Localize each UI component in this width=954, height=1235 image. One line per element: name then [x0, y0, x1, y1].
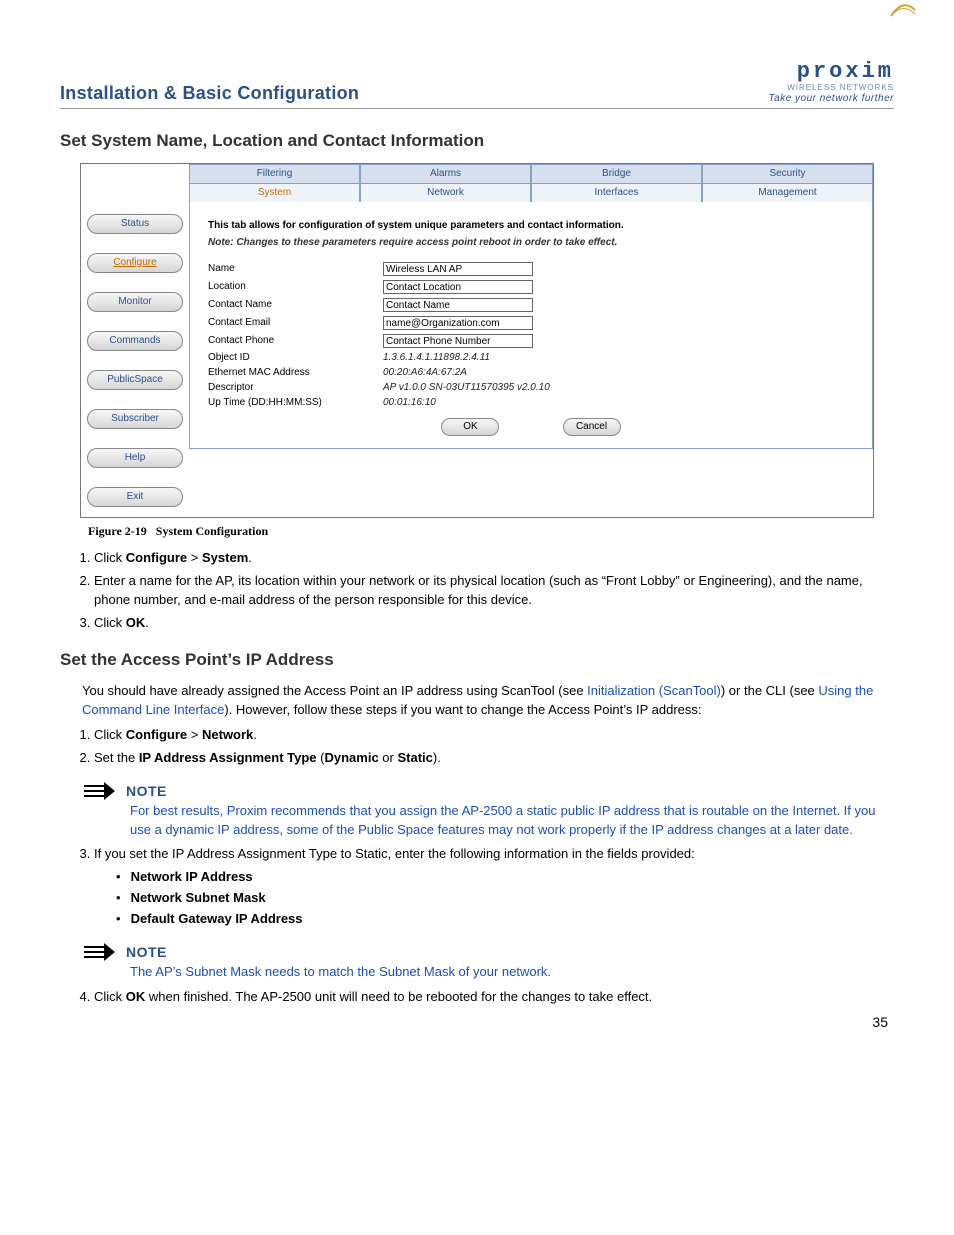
note-block-1: NOTE For best results, Proxim recommends…: [82, 782, 894, 840]
tab-bridge[interactable]: Bridge: [531, 164, 702, 183]
tab-description: This tab allows for configuration of sys…: [208, 220, 854, 231]
tab-network[interactable]: Network: [360, 183, 531, 202]
label-contact-email: Contact Email: [208, 317, 383, 328]
config-body: This tab allows for configuration of sys…: [189, 202, 873, 449]
label-contact-name: Contact Name: [208, 299, 383, 310]
ip-step-3: If you set the IP Address Assignment Typ…: [94, 845, 894, 928]
sidebar: Status Configure Monitor Commands Public…: [81, 164, 189, 517]
sidebar-item-exit[interactable]: Exit: [87, 487, 183, 507]
tab-row-top: Filtering Alarms Bridge Security: [189, 164, 873, 183]
label-descriptor: Descriptor: [208, 382, 383, 393]
input-contact-name[interactable]: Contact Name: [383, 298, 533, 312]
tab-system[interactable]: System: [189, 183, 360, 202]
ip-step-1: Click Configure > Network.: [94, 726, 894, 745]
input-contact-email[interactable]: name@Organization.com: [383, 316, 533, 330]
label-name: Name: [208, 263, 383, 274]
page-header: Installation & Basic Configuration proxi…: [60, 60, 894, 109]
sidebar-item-monitor[interactable]: Monitor: [87, 292, 183, 312]
ok-button[interactable]: OK: [441, 418, 499, 436]
figure-caption: Figure 2-19 System Configuration: [88, 524, 894, 539]
tab-management[interactable]: Management: [702, 183, 873, 202]
label-location: Location: [208, 281, 383, 292]
label-mac: Ethernet MAC Address: [208, 367, 383, 378]
sidebar-item-commands[interactable]: Commands: [87, 331, 183, 351]
note-text-2: The AP’s Subnet Mask needs to match the …: [130, 963, 894, 982]
ip-step-4: Click OK when finished. The AP-2500 unit…: [94, 988, 894, 1007]
value-mac: 00:20:A6:4A:67:2A: [383, 367, 467, 378]
note-block-2: NOTE The AP’s Subnet Mask needs to match…: [82, 943, 894, 982]
tab-interfaces[interactable]: Interfaces: [531, 183, 702, 202]
sidebar-item-publicspace[interactable]: PublicSpace: [87, 370, 183, 390]
value-descriptor: AP v1.0.0 SN-03UT11570395 v2.0.10: [383, 382, 550, 393]
label-object-id: Object ID: [208, 352, 383, 363]
input-contact-phone[interactable]: Contact Phone Number: [383, 334, 533, 348]
value-object-id: 1.3.6.1.4.1.11898.2.4.11: [383, 352, 490, 363]
label-uptime: Up Time (DD:HH:MM:SS): [208, 397, 383, 408]
sidebar-item-status[interactable]: Status: [87, 214, 183, 234]
input-location[interactable]: Contact Location: [383, 280, 533, 294]
logo-text: proxim: [797, 60, 894, 84]
steps-ip-3: Click OK when finished. The AP-2500 unit…: [94, 988, 894, 1007]
tab-note: Note: Changes to these parameters requir…: [208, 237, 854, 248]
step-2: Enter a name for the AP, its location wi…: [94, 572, 894, 610]
page-number: 35: [872, 1014, 888, 1030]
logo-subtext: WIRELESS NETWORKS: [768, 84, 894, 93]
section-heading-system-name: Set System Name, Location and Contact In…: [60, 131, 894, 151]
static-fields-list: Network IP Address Network Subnet Mask D…: [116, 868, 894, 929]
note-arrow-icon: [82, 943, 116, 961]
label-contact-phone: Contact Phone: [208, 335, 383, 346]
tab-security[interactable]: Security: [702, 164, 873, 183]
steps-ip-2: If you set the IP Address Assignment Typ…: [94, 845, 894, 928]
swoosh-icon: [890, 2, 916, 18]
step-1: Click Configure > System.: [94, 549, 894, 568]
cancel-button[interactable]: Cancel: [563, 418, 621, 436]
ip-intro: You should have already assigned the Acc…: [82, 682, 894, 720]
bullet-network-ip: Network IP Address: [116, 868, 894, 887]
input-name[interactable]: Wireless LAN AP: [383, 262, 533, 276]
bullet-gateway: Default Gateway IP Address: [116, 910, 894, 929]
tab-alarms[interactable]: Alarms: [360, 164, 531, 183]
logo-tagline: Take your network further: [768, 93, 894, 104]
note-arrow-icon: [82, 782, 116, 800]
figure-number: Figure 2-19: [88, 524, 147, 538]
steps-ip-1: Click Configure > Network. Set the IP Ad…: [94, 726, 894, 768]
sidebar-item-configure[interactable]: Configure: [87, 253, 183, 273]
section-heading-ip-address: Set the Access Point’s IP Address: [60, 650, 894, 670]
brand-logo: proxim WIRELESS NETWORKS Take your netwo…: [768, 60, 894, 104]
embedded-app-window: Status Configure Monitor Commands Public…: [80, 163, 874, 518]
doc-title: Installation & Basic Configuration: [60, 83, 359, 104]
value-uptime: 00:01:16:10: [383, 397, 436, 408]
note-text-1: For best results, Proxim recommends that…: [130, 802, 894, 840]
bullet-subnet: Network Subnet Mask: [116, 889, 894, 908]
tab-row-bottom: System Network Interfaces Management: [189, 183, 873, 202]
note-label: NOTE: [126, 944, 167, 960]
step-3: Click OK.: [94, 614, 894, 633]
main-panel: Filtering Alarms Bridge Security System …: [189, 164, 873, 517]
figure-title: System Configuration: [156, 524, 268, 538]
link-scantool[interactable]: Initialization (ScanTool): [587, 683, 721, 698]
tab-filtering[interactable]: Filtering: [189, 164, 360, 183]
note-label: NOTE: [126, 783, 167, 799]
sidebar-item-help[interactable]: Help: [87, 448, 183, 468]
ip-step-2: Set the IP Address Assignment Type (Dyna…: [94, 749, 894, 768]
steps-system-name: Click Configure > System. Enter a name f…: [94, 549, 894, 632]
sidebar-item-subscriber[interactable]: Subscriber: [87, 409, 183, 429]
